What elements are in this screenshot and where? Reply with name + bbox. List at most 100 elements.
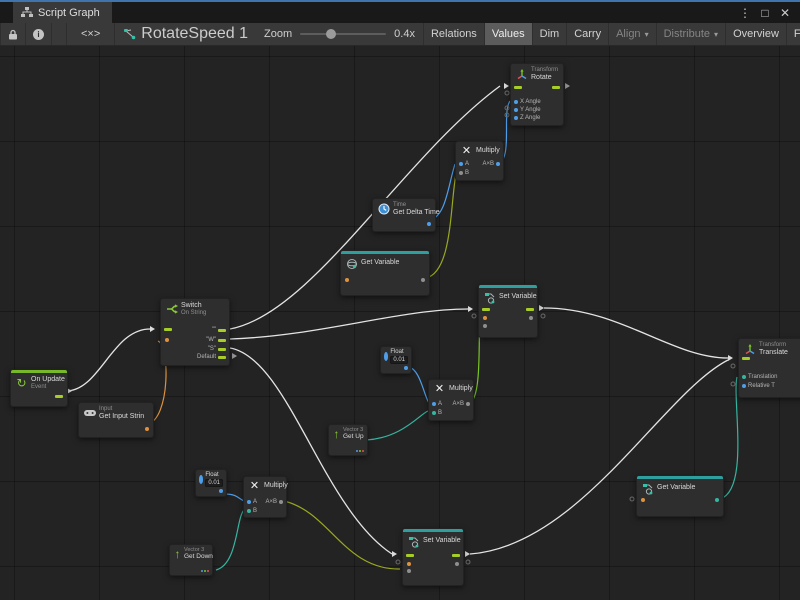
- input-a-port[interactable]: A: [247, 499, 257, 505]
- flow-out-port[interactable]: [55, 395, 63, 398]
- multiply-icon: ✕: [433, 383, 446, 396]
- button-label: Overview: [733, 28, 779, 40]
- flow-out-port[interactable]: [452, 554, 460, 557]
- wire-onupdate-to-switch[interactable]: [66, 329, 150, 391]
- collapse-button[interactable]: <×>: [66, 23, 115, 45]
- flow-in-port[interactable]: [514, 86, 522, 89]
- relations-button[interactable]: Relations: [423, 23, 485, 45]
- value-out-port[interactable]: [455, 562, 459, 566]
- node-translate[interactable]: Transform Translate Translation Relative…: [738, 338, 800, 398]
- flow-in-port[interactable]: [482, 308, 490, 311]
- port-label: Translation: [748, 374, 777, 380]
- vector-up-icon: ↑: [173, 547, 182, 560]
- case-port[interactable]: Default: [197, 354, 226, 360]
- node-set-variable-mid[interactable]: Set Variable: [478, 284, 538, 338]
- button-label: Full Screen: [794, 28, 800, 40]
- carry-button[interactable]: Carry: [567, 23, 609, 45]
- case-port[interactable]: "": [212, 327, 226, 333]
- result-port[interactable]: A×B: [482, 161, 500, 167]
- zoom-slider-handle[interactable]: [326, 29, 336, 39]
- wire-getdown-to-multiply-bottom[interactable]: [216, 510, 244, 570]
- node-multiply-top[interactable]: ✕ Multiply A A×B B: [455, 141, 504, 181]
- node-get-variable-bottom-right[interactable]: Get Variable: [636, 475, 724, 517]
- node-multiply-bottom[interactable]: ✕ Multiply A A×B B: [243, 476, 287, 518]
- node-switch-on-string[interactable]: Switch On String "" "W" "S" Default: [160, 298, 230, 366]
- node-get-input-string[interactable]: Input Get Input Strin: [78, 402, 154, 438]
- string-out-port[interactable]: [145, 427, 149, 431]
- node-get-down[interactable]: ↑ Vector 3 Get Down: [169, 544, 213, 576]
- input-relative-to-port[interactable]: Relative T: [742, 383, 775, 389]
- node-float-bottom[interactable]: Float 0.01: [195, 469, 227, 497]
- flow-out-port[interactable]: [526, 308, 534, 311]
- case-port[interactable]: "S": [208, 346, 226, 352]
- input-a-port[interactable]: A: [432, 401, 442, 407]
- vector-out-port[interactable]: [356, 450, 364, 452]
- graph-canvas[interactable]: ↻ On Update Event Input Get Input Strin: [0, 46, 800, 600]
- result-port[interactable]: A×B: [452, 401, 470, 407]
- name-in-port[interactable]: [483, 316, 487, 320]
- number-out-port[interactable]: [427, 222, 431, 226]
- fullscreen-button[interactable]: Full Screen: [787, 23, 800, 45]
- flow-in-port[interactable]: [406, 554, 414, 557]
- wire-setvariable-mid-to-translate[interactable]: [544, 308, 728, 358]
- input-b-port[interactable]: B: [247, 508, 257, 514]
- breadcrumb[interactable]: RotateSpeed 1: [115, 23, 256, 45]
- case-port[interactable]: "W": [206, 337, 226, 343]
- string-in-port[interactable]: [165, 338, 169, 342]
- float-value-field[interactable]: 0.01: [205, 479, 223, 487]
- node-header: Transform Translate: [739, 339, 800, 358]
- flow-out-port[interactable]: [552, 86, 560, 89]
- node-multiply-mid[interactable]: ✕ Multiply A A×B B: [428, 379, 474, 421]
- input-translation-port[interactable]: Translation: [742, 374, 777, 380]
- node-get-up[interactable]: ↑ Vector 3 Get Up: [328, 424, 368, 456]
- node-get-variable-top[interactable]: Get Variable: [340, 250, 430, 296]
- value-in-port[interactable]: [483, 324, 487, 328]
- node-rotate[interactable]: Transform Rotate X Angle Y Angle Z Angle: [510, 63, 564, 126]
- node-on-update[interactable]: ↻ On Update Event: [10, 369, 68, 407]
- node-set-variable-bottom[interactable]: Set Variable: [402, 528, 464, 586]
- wire-multiply-bottom-to-setvariable[interactable]: [284, 501, 400, 569]
- dim-button[interactable]: Dim: [533, 23, 568, 45]
- node-get-delta-time[interactable]: Time Get Delta Time: [372, 198, 436, 232]
- flow-in-port[interactable]: [742, 357, 750, 360]
- window-maximize-button[interactable]: □: [756, 6, 774, 20]
- overview-button[interactable]: Overview: [726, 23, 787, 45]
- input-x-angle-port[interactable]: X Angle: [514, 99, 541, 105]
- name-in-port[interactable]: [345, 278, 349, 282]
- name-in-port[interactable]: [641, 498, 645, 502]
- tab-script-graph[interactable]: Script Graph: [13, 2, 112, 23]
- info-button[interactable]: i: [26, 23, 52, 45]
- wire-getup-to-multiply-mid[interactable]: [366, 411, 428, 440]
- result-port[interactable]: A×B: [265, 499, 283, 505]
- input-a-port[interactable]: A: [459, 161, 469, 167]
- case-label: Default: [197, 354, 216, 360]
- input-z-angle-port[interactable]: Z Angle: [514, 115, 540, 121]
- value-out-port[interactable]: [529, 316, 533, 320]
- wire-switch-to-setvariable-mid[interactable]: [230, 309, 468, 339]
- number-out-port[interactable]: [219, 489, 223, 493]
- window-menu-button[interactable]: ⋮: [736, 6, 754, 20]
- input-b-port[interactable]: B: [459, 170, 469, 176]
- flow-in-port[interactable]: [164, 328, 172, 331]
- vector-out-port[interactable]: [201, 570, 209, 572]
- node-float-mid[interactable]: Float 0.01: [380, 346, 412, 374]
- button-label: Distribute: [664, 28, 710, 40]
- value-out-port[interactable]: [421, 278, 425, 282]
- input-b-port[interactable]: B: [432, 410, 442, 416]
- distribute-dropdown[interactable]: Distribute ▾: [657, 23, 726, 45]
- lock-button[interactable]: [0, 23, 26, 45]
- window-close-button[interactable]: ✕: [776, 6, 794, 20]
- number-out-port[interactable]: [404, 366, 408, 370]
- float-value-field[interactable]: 0.01: [390, 356, 408, 364]
- lock-icon: [8, 29, 18, 40]
- value-out-port[interactable]: [715, 498, 719, 502]
- align-dropdown[interactable]: Align ▾: [609, 23, 656, 45]
- name-in-port[interactable]: [407, 562, 411, 566]
- wire-float-to-multiply-bottom[interactable]: [225, 494, 244, 501]
- zoom-slider[interactable]: [300, 33, 386, 35]
- value-in-port[interactable]: [407, 569, 411, 573]
- input-y-angle-port[interactable]: Y Angle: [514, 107, 541, 113]
- wire-setvariable-bottom-to-translate[interactable]: [470, 360, 728, 554]
- node-subtitle: Event: [31, 384, 65, 391]
- values-button[interactable]: Values: [485, 23, 533, 45]
